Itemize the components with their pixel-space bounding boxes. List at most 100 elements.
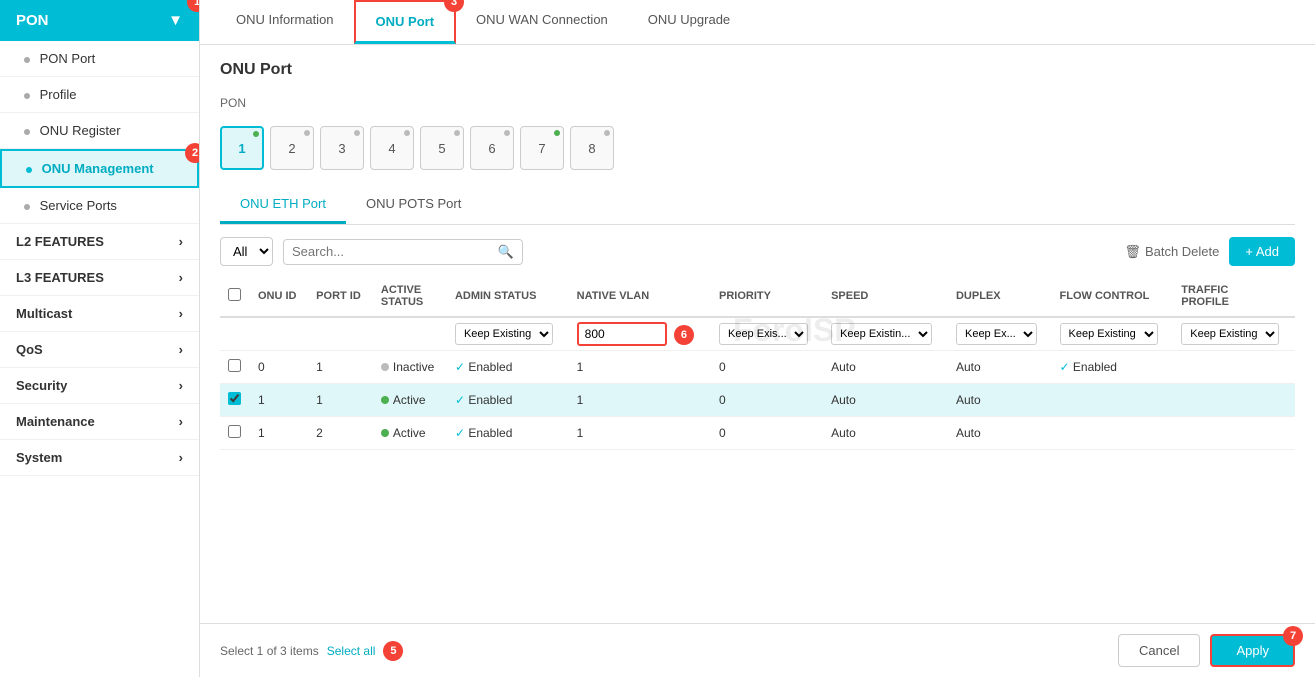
footer-left: Select 1 of 3 items Select all 5 <box>220 641 403 661</box>
col-native-vlan: NATIVE VLAN <box>569 276 711 317</box>
row-2-port-id: 2 <box>308 417 373 450</box>
pon-port-1[interactable]: 1 <box>220 126 264 170</box>
badge-5-container: 5 <box>383 641 403 661</box>
row-2-checkbox[interactable] <box>228 425 241 438</box>
sidebar-item-pon-port[interactable]: PON Port <box>0 41 199 77</box>
select-all-link[interactable]: Select all <box>327 644 376 658</box>
status-dot-gray <box>404 130 410 136</box>
table-row: 1 1 Active ✓ Enabled 1 0 Auto Auto <box>220 384 1295 417</box>
sub-tab-eth-port[interactable]: ONU ETH Port <box>220 186 346 224</box>
cancel-button[interactable]: Cancel <box>1118 634 1200 667</box>
sidebar-section-security-label: Security <box>16 378 67 393</box>
sidebar-item-onu-management[interactable]: ONU Management 2 <box>0 149 199 188</box>
sidebar-section-l2[interactable]: L2 FEATURES › <box>0 224 199 260</box>
sidebar-section-l3-label: L3 FEATURES <box>16 270 104 285</box>
sidebar-section-security[interactable]: Security › <box>0 368 199 404</box>
pon-label: PON <box>220 96 246 110</box>
pon-port-4[interactable]: 4 <box>370 126 414 170</box>
col-traffic-profile: TRAFFICPROFILE <box>1173 276 1295 317</box>
main-area: ONU Information ONU Port 3 ONU WAN Conne… <box>200 0 1315 677</box>
status-dot-gray <box>354 130 360 136</box>
check-icon: ✓ <box>1060 360 1070 374</box>
badge-7: 7 <box>1283 626 1303 646</box>
sidebar-item-profile[interactable]: Profile <box>0 77 199 113</box>
sidebar-section-maintenance[interactable]: Maintenance › <box>0 404 199 440</box>
col-flow-control: FLOW CONTROL <box>1052 276 1174 317</box>
active-dot <box>381 429 389 437</box>
trash-icon: 🗑 <box>1124 244 1141 260</box>
sidebar-item-service-ports-label: Service Ports <box>40 198 117 213</box>
row-1-flow-control <box>1052 384 1174 417</box>
status-dot-gray <box>504 130 510 136</box>
col-onu-id: ONU ID <box>250 276 308 317</box>
row-1-priority: 0 <box>711 384 823 417</box>
sidebar-section-system[interactable]: System › <box>0 440 199 476</box>
sidebar-item-onu-register-label: ONU Register <box>40 123 121 138</box>
batch-traffic-profile-select[interactable]: Keep Existing <box>1181 323 1279 345</box>
chevron-right-icon: › <box>179 306 183 321</box>
row-checkbox-cell <box>220 351 250 384</box>
sidebar-item-onu-management-label: ONU Management <box>42 161 154 176</box>
sidebar-item-service-ports[interactable]: Service Ports <box>0 188 199 224</box>
search-input[interactable] <box>292 244 498 259</box>
batch-native-vlan-input[interactable] <box>577 322 667 346</box>
row-0-active-status: Inactive <box>373 351 447 384</box>
sidebar-section-qos-label: QoS <box>16 342 43 357</box>
pon-port-5[interactable]: 5 <box>420 126 464 170</box>
active-dot <box>381 396 389 404</box>
search-box: 🔍 <box>283 239 523 265</box>
pon-port-8[interactable]: 8 <box>570 126 614 170</box>
sub-tab-pots-port[interactable]: ONU POTS Port <box>346 186 481 224</box>
add-button[interactable]: + Add <box>1229 237 1295 266</box>
dot-icon <box>24 57 30 63</box>
row-1-port-id: 1 <box>308 384 373 417</box>
pon-ports-container: 1 2 3 4 5 <box>220 126 1295 170</box>
row-1-traffic-profile <box>1173 384 1295 417</box>
table-row: 0 1 Inactive ✓ Enabled 1 0 Auto Auto <box>220 351 1295 384</box>
chevron-right-icon: › <box>179 342 183 357</box>
batch-priority-select[interactable]: Keep Exis... <box>719 323 808 345</box>
inactive-dot <box>381 363 389 371</box>
table-header-row: ONU ID PORT ID ACTIVESTATUS ADMIN STATUS… <box>220 276 1295 317</box>
pon-section: PON 1 2 3 4 <box>220 95 1295 170</box>
tab-onu-wan-connection[interactable]: ONU WAN Connection <box>456 0 628 44</box>
batch-admin-status-select[interactable]: Keep Existing <box>455 323 553 345</box>
sidebar-section-l3[interactable]: L3 FEATURES › <box>0 260 199 296</box>
batch-empty-cell2 <box>250 317 308 351</box>
table-wrap: ONU ID PORT ID ACTIVESTATUS ADMIN STATUS… <box>220 276 1295 450</box>
apply-button[interactable]: Apply 7 <box>1210 634 1295 667</box>
select-all-checkbox[interactable] <box>228 288 241 301</box>
dot-icon <box>26 167 32 173</box>
batch-duplex-select[interactable]: Keep Ex... <box>956 323 1037 345</box>
tab-onu-information[interactable]: ONU Information <box>216 0 354 44</box>
filter-select[interactable]: All <box>220 237 273 266</box>
pon-port-2[interactable]: 2 <box>270 126 314 170</box>
badge-6: 6 <box>674 325 694 345</box>
sidebar-section-qos[interactable]: QoS › <box>0 332 199 368</box>
batch-speed-select[interactable]: Keep Existin... <box>831 323 932 345</box>
batch-priority-cell: Keep Exis... <box>711 317 823 351</box>
pon-port-6[interactable]: 6 <box>470 126 514 170</box>
pon-port-3[interactable]: 3 <box>320 126 364 170</box>
row-checkbox-cell <box>220 417 250 450</box>
tab-onu-upgrade[interactable]: ONU Upgrade <box>628 0 750 44</box>
row-1-checkbox[interactable] <box>228 392 241 405</box>
row-0-checkbox[interactable] <box>228 359 241 372</box>
row-1-speed: Auto <box>823 384 948 417</box>
pon-port-7[interactable]: 7 <box>520 126 564 170</box>
chevron-right-icon: › <box>179 414 183 429</box>
status-dot-gray <box>604 130 610 136</box>
batch-native-vlan-cell: 6 <box>569 317 711 351</box>
status-dot-green <box>253 131 259 137</box>
row-0-port-id: 1 <box>308 351 373 384</box>
sidebar-section-multicast[interactable]: Multicast › <box>0 296 199 332</box>
batch-flow-control-select[interactable]: Keep Existing <box>1060 323 1158 345</box>
tab-onu-port[interactable]: ONU Port 3 <box>354 0 457 44</box>
sidebar-section-l2-label: L2 FEATURES <box>16 234 104 249</box>
row-2-onu-id: 1 <box>250 417 308 450</box>
sidebar-pon-header[interactable]: PON ▼ 1 <box>0 0 199 41</box>
batch-delete-button[interactable]: 🗑 Batch Delete <box>1124 244 1219 260</box>
row-0-admin-status: ✓ Enabled <box>447 351 569 384</box>
content-area: ForoISP ONU Port PON 1 2 3 <box>200 45 1315 623</box>
sidebar-item-onu-register[interactable]: ONU Register <box>0 113 199 149</box>
